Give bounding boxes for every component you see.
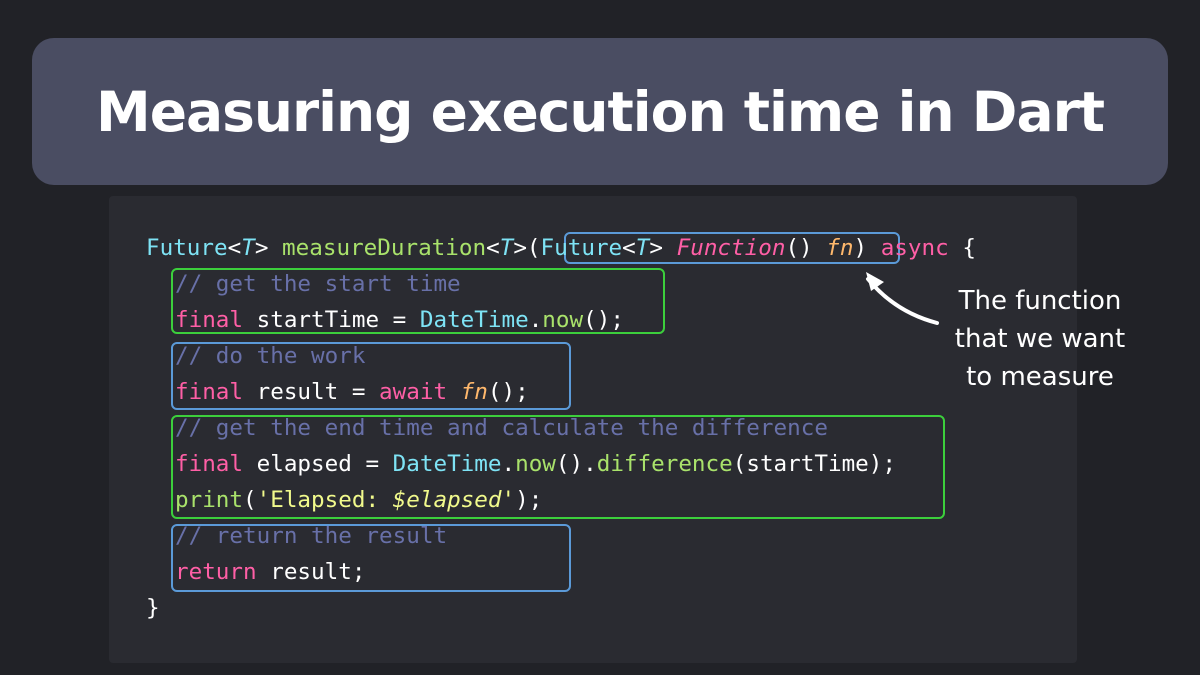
annotation-text: The function that we want to measure [940,282,1140,396]
annotation-line: that we want [954,324,1126,354]
annotation-line: The function [958,286,1122,316]
annotation-line: to measure [966,362,1114,392]
